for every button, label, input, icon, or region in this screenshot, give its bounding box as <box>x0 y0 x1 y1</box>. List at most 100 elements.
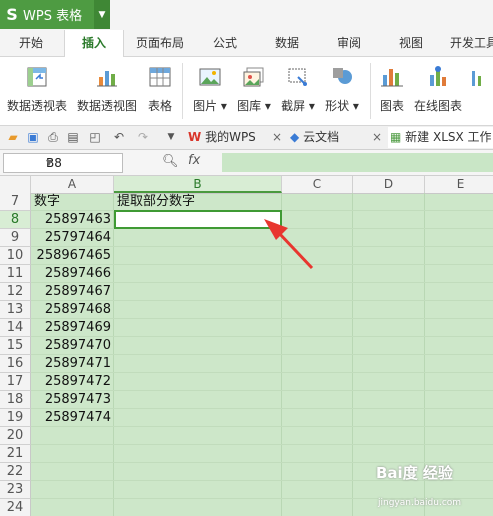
zoom-search-icon[interactable]: 🔍︎ <box>162 154 179 169</box>
app-menu-button[interactable]: S WPS 表格 <box>0 0 94 29</box>
row-header[interactable]: 13 <box>0 301 31 319</box>
save-icon[interactable]: ▣ <box>26 130 40 144</box>
name-box[interactable]: B8 ▼ <box>3 153 123 173</box>
online-chart-button[interactable]: 在线图表 <box>412 63 464 119</box>
row-header[interactable]: 22 <box>0 463 31 481</box>
column-header-c[interactable]: C <box>282 176 353 193</box>
row-header[interactable]: 18 <box>0 391 31 409</box>
column-header-a[interactable]: A <box>31 176 114 193</box>
wps-w-icon: W <box>188 130 202 144</box>
tab-insert[interactable]: 插入 <box>64 30 124 57</box>
close-icon[interactable]: × <box>372 127 382 148</box>
tab-view[interactable]: 视图 <box>388 30 434 56</box>
tab-data[interactable]: 数据 <box>264 30 310 56</box>
tab-developer[interactable]: 开发工具 <box>450 30 493 56</box>
cell-a[interactable] <box>31 463 113 481</box>
tab-formulas[interactable]: 公式 <box>202 30 248 56</box>
active-cell-b8[interactable] <box>114 210 282 229</box>
chevron-down-icon[interactable]: ▼ <box>46 154 118 172</box>
cell-b7-header[interactable]: 提取部分数字 <box>117 193 195 211</box>
column-header-d[interactable]: D <box>353 176 425 193</box>
pivot-chart-icon <box>97 71 117 87</box>
doc-tab-mywps-label: 我的WPS <box>205 130 256 144</box>
pivot-table-button[interactable]: 数据透视表 <box>6 63 68 119</box>
cell-a[interactable]: 25897472 <box>31 373 113 391</box>
cell-a[interactable] <box>31 427 113 445</box>
row-header[interactable]: 10 <box>0 247 31 265</box>
cloud-docs-icon: ◆ <box>290 130 300 144</box>
function-icon[interactable]: fx <box>188 153 200 168</box>
row-header[interactable]: 15 <box>0 337 31 355</box>
cell-a[interactable]: 25797464 <box>31 229 113 247</box>
gallery-button[interactable]: 图库 ▾ <box>234 63 274 119</box>
cell-a[interactable]: 25897463 <box>31 211 113 229</box>
tab-page-layout[interactable]: 页面布局 <box>130 30 190 56</box>
screenshot-icon <box>288 68 307 86</box>
chart-button[interactable]: 图表 <box>378 63 406 119</box>
cell-a7-header[interactable]: 数字 <box>34 193 60 211</box>
column-header-b[interactable]: B <box>114 176 282 193</box>
print-preview-icon[interactable]: ⎙ <box>46 130 60 144</box>
table-button[interactable]: 表格 <box>146 63 174 119</box>
row-header[interactable]: 16 <box>0 355 31 373</box>
doc-tab-cloud-label: 云文档 <box>303 130 340 144</box>
row-header[interactable]: 14 <box>0 319 31 337</box>
picture-label: 图片 ▾ <box>193 99 227 113</box>
formula-input[interactable] <box>222 153 493 172</box>
cell-a[interactable]: 25897470 <box>31 337 113 355</box>
cell-a[interactable]: 258967465 <box>31 247 113 265</box>
shapes-icon <box>333 68 352 84</box>
row-header[interactable]: 24 <box>0 499 31 516</box>
doc-tab-mywps[interactable]: W 我的WPS × <box>188 127 282 148</box>
cell-a[interactable]: 25897467 <box>31 283 113 301</box>
doc-tab-cloud[interactable]: ◆ 云文档 × <box>290 127 382 148</box>
undo-icon[interactable]: ↶ <box>112 130 126 144</box>
customize-dropdown-icon[interactable]: ▼ <box>164 130 178 144</box>
screenshot-button[interactable]: 截屏 ▾ <box>278 63 318 119</box>
shapes-button[interactable]: 形状 ▾ <box>322 63 362 119</box>
cell-a[interactable] <box>31 499 113 516</box>
pivot-table-label: 数据透视表 <box>6 99 67 113</box>
more-charts-button[interactable] <box>468 63 492 119</box>
row-header[interactable]: 7 <box>0 193 31 211</box>
row-header[interactable]: 23 <box>0 481 31 499</box>
row-header[interactable]: 9 <box>0 229 31 247</box>
cell-a[interactable]: 25897474 <box>31 409 113 427</box>
row-header[interactable]: 20 <box>0 427 31 445</box>
tab-home[interactable]: 开始 <box>8 30 54 56</box>
gallery-label: 图库 ▾ <box>237 99 271 113</box>
spreadsheet-file-icon: ▦ <box>390 130 402 144</box>
doc-tab-file[interactable]: ▦ 新建 XLSX 工作 <box>388 127 493 148</box>
print-icon[interactable]: ▤ <box>66 130 80 144</box>
cell-a[interactable] <box>31 445 113 463</box>
title-bar: S WPS 表格 ▼ <box>0 0 493 30</box>
select-all-corner[interactable] <box>0 176 31 193</box>
app-menu-dropdown[interactable]: ▼ <box>94 0 110 29</box>
screenshot-label: 截屏 ▾ <box>281 99 315 113</box>
cell-a[interactable]: 25897471 <box>31 355 113 373</box>
row-header[interactable]: 12 <box>0 283 31 301</box>
pivot-table-icon <box>27 67 47 87</box>
row-header[interactable]: 11 <box>0 265 31 283</box>
cell-a[interactable]: 25897469 <box>31 319 113 337</box>
ribbon-separator <box>182 63 183 119</box>
row-header[interactable]: 8 <box>0 211 31 229</box>
cell-a[interactable]: 25897466 <box>31 265 113 283</box>
cell-a[interactable]: 25897473 <box>31 391 113 409</box>
row-header[interactable]: 19 <box>0 409 31 427</box>
picture-button[interactable]: 图片 ▾ <box>190 63 230 119</box>
online-chart-icon <box>430 66 446 86</box>
row-header[interactable]: 17 <box>0 373 31 391</box>
close-icon[interactable]: × <box>272 127 282 148</box>
cell-a[interactable] <box>31 481 113 499</box>
open-folder-icon[interactable]: ▰ <box>6 130 20 144</box>
redo-icon[interactable]: ↷ <box>136 130 150 144</box>
search-doc-icon[interactable]: ◰ <box>88 130 102 144</box>
online-chart-label: 在线图表 <box>413 99 462 113</box>
pivot-chart-button[interactable]: 数据透视图 <box>76 63 138 119</box>
table-icon <box>149 67 171 87</box>
cell-a[interactable]: 25897468 <box>31 301 113 319</box>
column-header-e[interactable]: E <box>425 176 493 193</box>
row-header[interactable]: 21 <box>0 445 31 463</box>
tab-review[interactable]: 审阅 <box>326 30 372 56</box>
